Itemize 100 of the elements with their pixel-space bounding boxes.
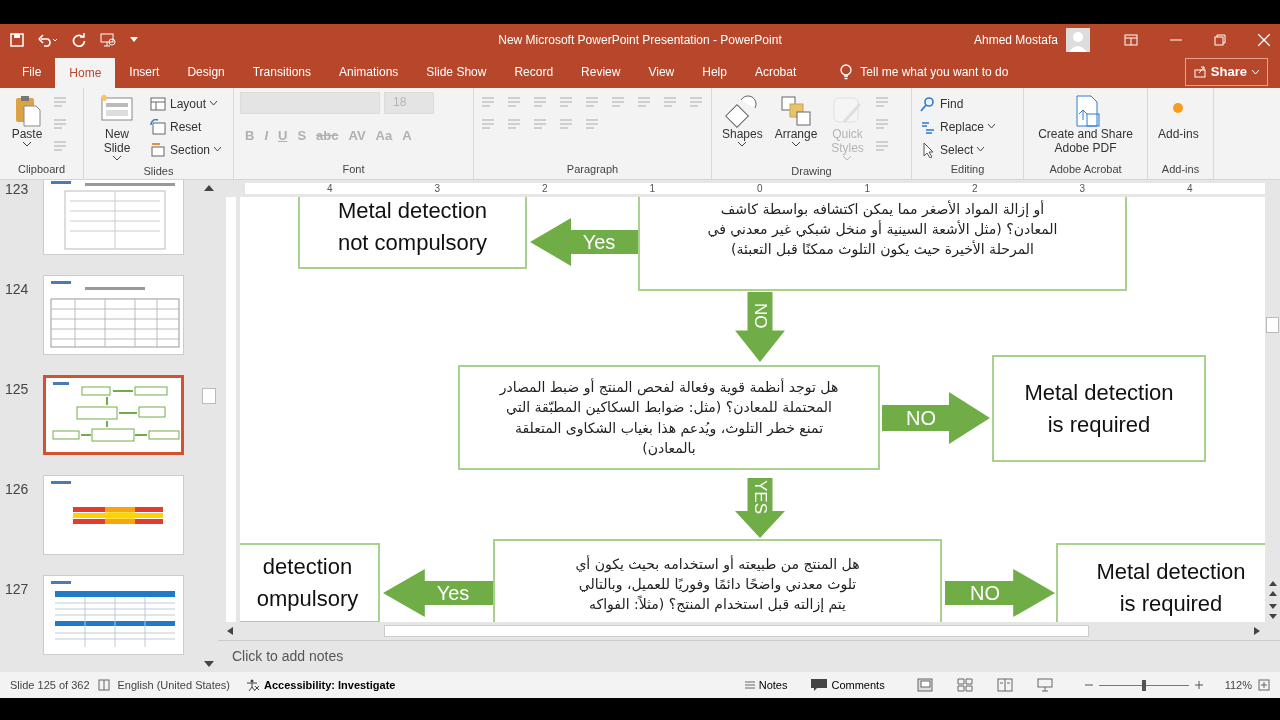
ribbon-button[interactable]: Section	[148, 138, 224, 161]
share-button[interactable]: Share	[1184, 58, 1268, 86]
zoom-out-icon[interactable]	[1084, 681, 1093, 689]
ribbon-button[interactable]: Select	[918, 138, 998, 161]
ribbon-button[interactable]: Arrange	[770, 92, 822, 149]
ribbon-button[interactable]: Layout	[148, 92, 224, 115]
ribbon-button[interactable]: Create and Share Adobe PDF	[1030, 92, 1141, 158]
menu-tab[interactable]: Animations	[325, 56, 413, 88]
language-status[interactable]: English (United States)	[117, 676, 230, 694]
menu-tab[interactable]: Acrobat	[740, 56, 811, 88]
slide-thumbnail[interactable]	[43, 180, 184, 255]
slide-thumbnail[interactable]	[43, 475, 184, 555]
box-text: أو إزالة المواد الأصغر مما يمكن اكتشافه بواسطة كاشف المعادن؟ (مثل الأشعة السينية أو منخل شبكي غير معدني في المرحلة الأخيرة حيث يكون التلوث ممكنًا قبل التعبئة)	[707, 199, 1058, 260]
group-label: Drawing	[790, 163, 833, 179]
window-title: New Microsoft PowerPoint Presentation - PowerPoint	[497, 32, 783, 49]
redo-icon[interactable]	[72, 33, 86, 47]
group-label: Paragraph	[565, 161, 620, 177]
notes-button[interactable]: Notes	[744, 676, 788, 694]
restore-icon[interactable]	[1214, 34, 1226, 46]
ruler-number: 2	[542, 182, 548, 196]
scroll-up-icon[interactable]	[203, 184, 215, 192]
box-text: Metal detection is required	[1096, 558, 1246, 618]
normal-view-icon[interactable]	[916, 678, 933, 692]
menu-tab[interactable]: Review	[567, 56, 635, 88]
scroll-down-icon[interactable]	[203, 660, 215, 668]
scroll-thumb[interactable]	[384, 625, 1089, 637]
scroll-left-icon[interactable]	[226, 626, 234, 636]
slider-thumb[interactable]	[1141, 679, 1146, 691]
save-icon[interactable]	[10, 33, 24, 47]
comment-icon	[811, 679, 828, 691]
menu-tab[interactable]: Insert	[115, 56, 174, 88]
group-label: Adobe Acrobat	[1048, 161, 1123, 177]
slideshow-icon[interactable]	[1036, 678, 1053, 692]
group-label: Add-ins	[1160, 161, 1201, 177]
menu-tab[interactable]: Transitions	[238, 56, 325, 88]
slide-sorter-icon[interactable]	[956, 678, 973, 692]
ribbon-button[interactable]: New Slide	[90, 92, 144, 163]
ruler-number: 0	[757, 182, 763, 196]
slide-number: 127	[5, 580, 30, 599]
menu-tab[interactable]: File	[8, 56, 56, 88]
ruler-number: 4	[1187, 182, 1193, 196]
tell-me-search[interactable]: Tell me what you want to do	[834, 56, 1015, 88]
ribbon-button[interactable]: Replace	[918, 115, 998, 138]
scroll-right-icon[interactable]	[1253, 626, 1261, 636]
user-name: Ahmed Mostafa	[973, 32, 1058, 49]
accessibility-status[interactable]: Accessibility: Investigate	[246, 676, 396, 694]
slide-thumbnail[interactable]	[43, 575, 184, 655]
share-icon	[1193, 66, 1206, 78]
accessibility-icon	[246, 679, 260, 691]
ribbon-button[interactable]: Find	[918, 92, 998, 115]
ruler-number: 1	[649, 182, 656, 196]
scroll-thumb[interactable]	[1266, 317, 1279, 333]
slide-counter: Slide 125 of 362	[10, 677, 90, 693]
undo-icon[interactable]	[38, 33, 58, 47]
zoom-in-icon[interactable]	[1194, 681, 1203, 689]
slide-thumbnail[interactable]	[43, 375, 184, 455]
ruler-number: 3	[434, 182, 441, 196]
ribbon-button[interactable]: Shapes	[718, 92, 767, 149]
ruler-number: 4	[327, 182, 333, 196]
box-text: Metal detection not compulsory	[337, 197, 488, 257]
fit-slide-icon[interactable]	[1258, 679, 1270, 691]
scroll-arrows-icon[interactable]	[1267, 580, 1278, 620]
lightbulb-icon	[840, 64, 853, 80]
menu-tab[interactable]: View	[634, 56, 689, 88]
group-label: Slides	[142, 163, 175, 179]
reading-view-icon[interactable]	[996, 678, 1013, 692]
zoom-level[interactable]: 112%	[1224, 676, 1252, 694]
spellcheck-icon[interactable]	[97, 679, 110, 691]
box-text: هل المنتج من طبيعته أو استخدامه بحيث يكون أي تلوث معدني واضحًا دائمًا وفوريًا للعميل، وبالتالي يتم إزالته قبل استخدام المنتج؟ (مثلاً: الفواكه	[575, 554, 860, 615]
menu-tab[interactable]: Design	[173, 56, 239, 88]
caret-icon	[1252, 69, 1259, 75]
reset-icon	[150, 118, 166, 135]
customize-caret-icon[interactable]	[130, 37, 138, 43]
slide-thumbnail[interactable]	[43, 275, 184, 355]
box-text: هل توجد أنظمة قوية وفعالة لفحص المنتج أو ضبط المصادر المحتملة للمعادن؟ (مثل: ضوابط السكاكين المطبّقة التي تمنع خطر التلوث، ويُدعم هذا بغياب الشكاوى المتعلقة بالمعادن)	[499, 377, 839, 458]
ribbon-display-icon[interactable]	[1124, 34, 1138, 46]
box-text: detection ompulsory	[256, 553, 359, 613]
group-label: Editing	[949, 162, 986, 177]
arrange-icon	[779, 94, 814, 128]
group-label: Clipboard	[16, 161, 67, 177]
close-icon[interactable]	[1258, 34, 1270, 46]
ribbon-button[interactable]: Paste	[6, 92, 48, 149]
menu-tab[interactable]: Record	[500, 56, 568, 88]
ruler-number: 3	[1079, 182, 1086, 196]
scroll-thumb[interactable]	[202, 388, 216, 404]
add-ins-icon	[1172, 102, 1185, 114]
slide-number: 126	[5, 480, 30, 499]
menu-tab[interactable]: Home	[55, 58, 116, 88]
layout-icon	[150, 95, 166, 112]
menu-tab[interactable]: Slide Show	[412, 56, 501, 88]
section-icon	[150, 141, 166, 158]
ribbon-button[interactable]: Add-ins	[1154, 92, 1203, 144]
notes-icon	[744, 681, 755, 689]
ruler-number: 2	[972, 182, 978, 196]
ruler-number: 1	[864, 182, 871, 196]
menu-tab[interactable]: Help	[688, 56, 741, 88]
presentation-icon[interactable]	[100, 33, 116, 47]
ribbon-button[interactable]: Reset	[148, 115, 224, 138]
select-icon	[920, 141, 936, 158]
comments-button[interactable]: Comments	[811, 676, 885, 694]
